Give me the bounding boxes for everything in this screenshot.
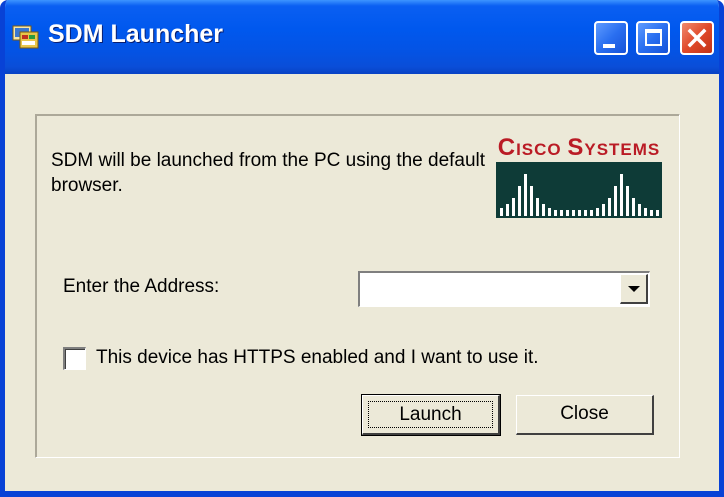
maximize-icon [645,29,662,46]
minimize-button[interactable] [594,21,628,55]
close-window-button[interactable] [680,21,714,55]
address-input[interactable] [364,278,614,302]
close-button[interactable]: Close [516,395,654,435]
launch-description: SDM will be launched from the PC using t… [51,150,486,196]
address-label: Enter the Address: [63,276,220,297]
window-title: SDM Launcher [48,20,224,48]
logo-wordmark: CISCO SYSTEMS [497,134,661,161]
address-combobox[interactable] [358,271,650,307]
cisco-bars-icon [496,162,662,218]
launch-button[interactable]: Launch [361,394,501,436]
sdm-app-icon [12,25,39,49]
https-checkbox-label[interactable]: This device has HTTPS enabled and I want… [96,347,539,369]
title-bar[interactable]: SDM Launcher [5,0,719,74]
https-checkbox[interactable] [63,347,86,370]
dropdown-arrow-button[interactable] [620,274,648,304]
maximize-button[interactable] [636,21,670,55]
cisco-systems-logo: CISCO SYSTEMS [496,136,662,220]
minimize-icon [603,44,615,48]
close-icon [687,28,707,48]
launch-button-label: Launch [368,401,493,428]
